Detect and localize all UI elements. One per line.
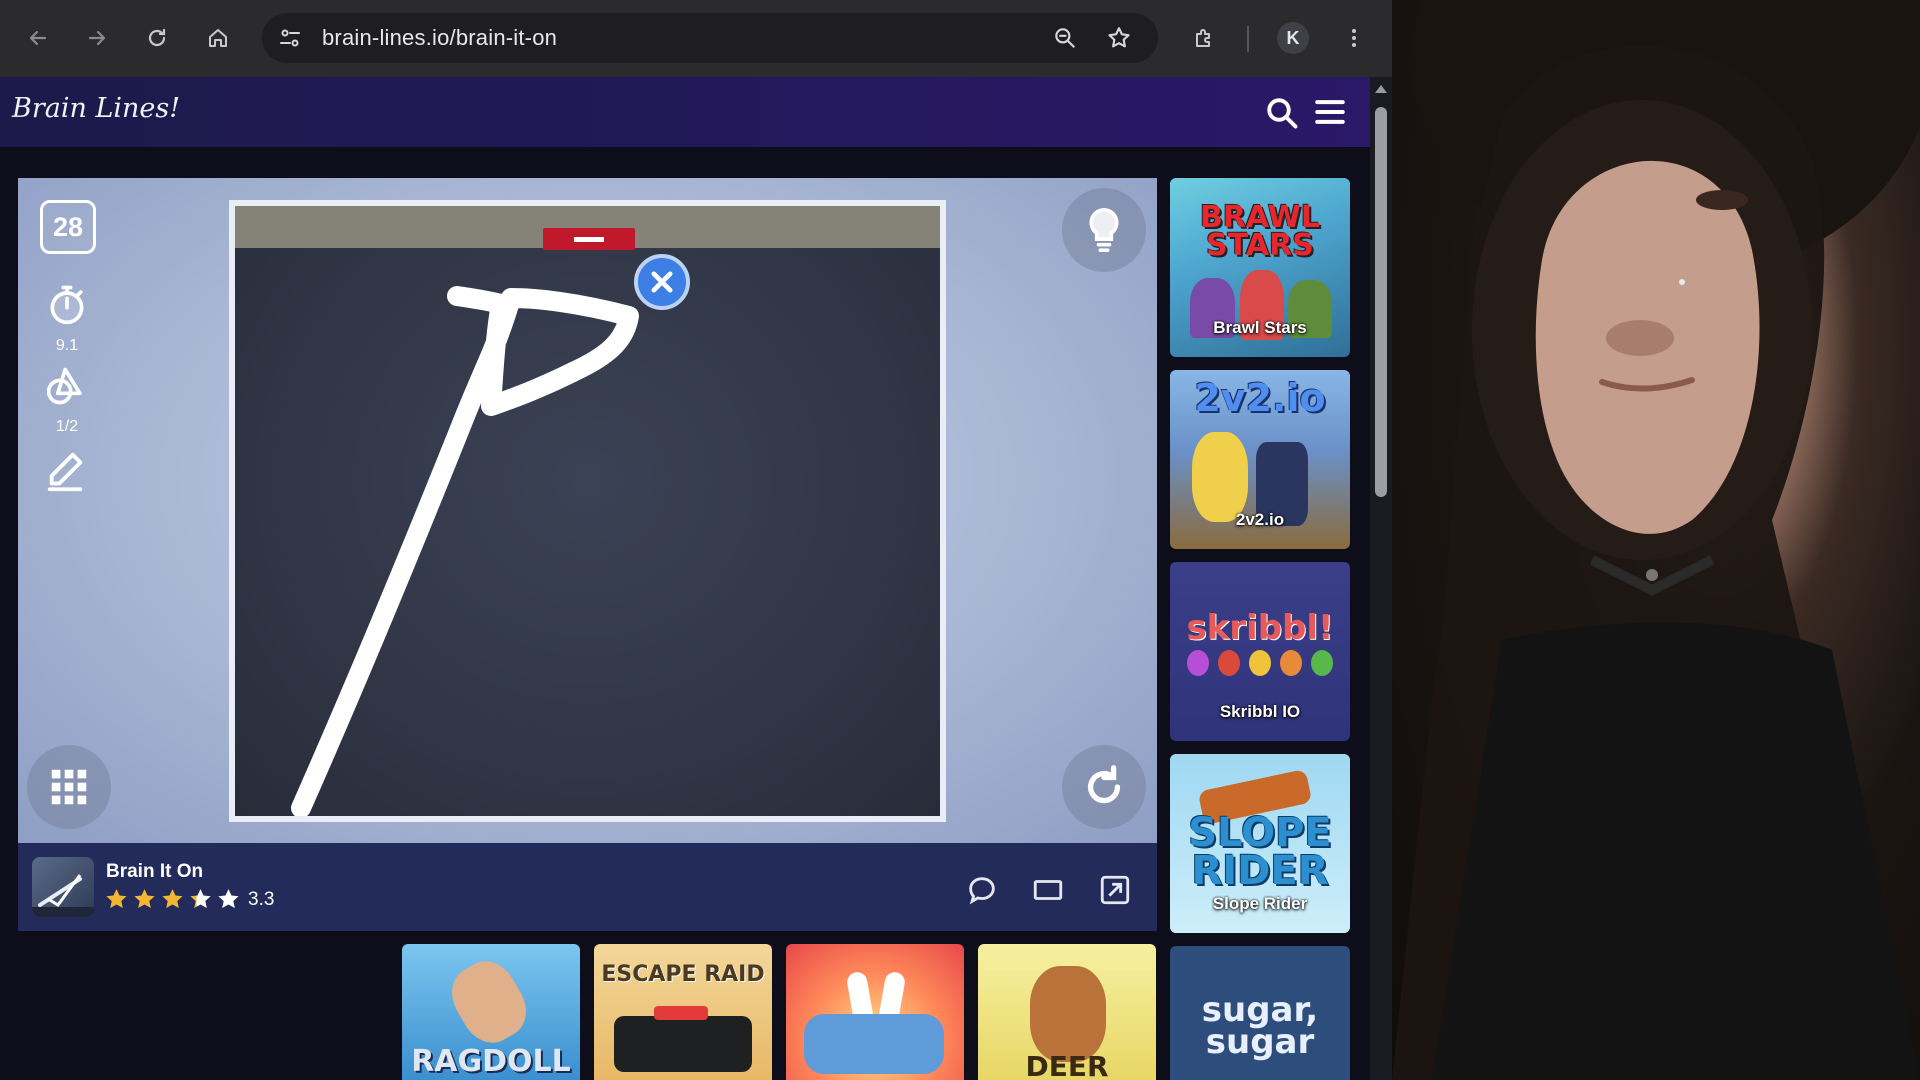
ragdoll-art (441, 951, 537, 1053)
arrow-left-icon (29, 30, 47, 46)
timer-value: 9.1 (55, 337, 79, 354)
game-tile-brawl-stars[interactable]: BRAWL STARS Brawl Stars (1170, 178, 1350, 357)
fullscreen-icon[interactable] (1098, 873, 1132, 907)
game-name: Skribbl IO (1219, 702, 1301, 721)
game-name: Brawl Stars (1213, 318, 1307, 337)
close-icon (651, 271, 673, 293)
game-info-bar: Brain It On 3.3 (18, 843, 1157, 931)
zoom-icon[interactable] (1052, 25, 1078, 51)
brawl-stars-logo: BRAWL STARS (1199, 200, 1321, 263)
profile-avatar[interactable]: K (1277, 22, 1309, 54)
comment-icon[interactable] (965, 873, 999, 907)
game-tile-2v2io[interactable]: 2v2.io 2v2.io (1170, 370, 1350, 549)
bookmark-star-icon[interactable] (1106, 25, 1132, 51)
star-icon[interactable] (132, 887, 157, 912)
deer-logo: DEER (1025, 1050, 1109, 1080)
drawn-line (291, 286, 639, 816)
game-tile-slope-rider[interactable]: SLOPE RIDER Slope Rider (1170, 754, 1350, 933)
sugar-sugar-logo: sugar, sugar (1201, 990, 1319, 1062)
site-settings-icon[interactable] (278, 26, 302, 50)
browser-toolbar: brain-lines.io/brain-it-on K (0, 0, 1392, 77)
home-button[interactable] (200, 20, 236, 56)
webcam-feed (1392, 0, 1920, 1080)
avatars-row (1182, 650, 1338, 678)
game-tile-skribbl[interactable]: skribbl! Skribbl IO (1170, 562, 1350, 741)
site-logo[interactable]: Brain Lines! (12, 93, 180, 124)
game-name: 2v2.io (1235, 510, 1285, 529)
screen: brain-lines.io/brain-it-on K Brain Lines… (0, 0, 1920, 1080)
forward-button[interactable] (79, 20, 115, 56)
escape-raid-logo: ESCAPE RAID (601, 962, 765, 987)
game-thumbnail (32, 857, 94, 917)
pencil-icon (47, 452, 83, 492)
star-icon[interactable] (160, 887, 185, 912)
hamburger-menu-icon[interactable] (1313, 95, 1347, 129)
grid-icon (51, 769, 87, 805)
reload-icon (148, 28, 166, 47)
2v2io-logo: 2v2.io (1194, 376, 1326, 420)
theater-mode-icon[interactable] (1031, 873, 1065, 907)
star-icon[interactable] (104, 887, 129, 912)
game-tile-deer[interactable]: DEER (978, 944, 1156, 1080)
scroll-up-icon[interactable] (1375, 85, 1387, 93)
game-thumbnail-art (32, 874, 94, 917)
police-car-art (614, 1016, 752, 1072)
url-text: brain-lines.io/brain-it-on (322, 25, 558, 50)
stopwatch-icon (50, 285, 84, 325)
reload-button[interactable] (139, 20, 175, 56)
arrow-right-icon (88, 30, 106, 46)
browser-menu-button[interactable] (1336, 20, 1372, 56)
rating-stars[interactable] (104, 887, 241, 912)
level-menu-button[interactable] (27, 745, 111, 829)
restart-button[interactable] (1062, 745, 1146, 829)
star-icon[interactable] (216, 887, 241, 912)
game-tile-sugar-sugar[interactable]: sugar, sugar (1170, 946, 1350, 1080)
lightbulb-icon (1089, 207, 1119, 252)
more-vert-icon (1352, 29, 1356, 47)
rating-value: 3.3 (248, 889, 275, 910)
erase-line-button[interactable] (634, 254, 690, 310)
restart-icon (1087, 765, 1121, 804)
game-title: Brain It On (106, 861, 204, 882)
shapes-value: 1/2 (55, 418, 79, 435)
site-header: Brain Lines! (0, 77, 1370, 147)
skribbl-logo: skribbl! (1186, 608, 1334, 648)
banana-art (1192, 432, 1248, 522)
slope-rider-logo: SLOPE RIDER (1188, 810, 1332, 894)
toolbar-divider (1247, 26, 1249, 52)
hint-button[interactable] (1062, 188, 1146, 272)
search-icon[interactable] (1264, 95, 1300, 131)
address-bar[interactable]: brain-lines.io/brain-it-on (262, 13, 1158, 63)
game-tile-ragdoll[interactable]: RAGDOLL (402, 944, 580, 1080)
browser-window: brain-lines.io/brain-it-on K Brain Lines… (0, 0, 1392, 1080)
page-scrollbar[interactable] (1370, 77, 1392, 1080)
puzzle-icon (1196, 29, 1210, 47)
blaster-art (804, 1014, 944, 1074)
level-number: 28 (40, 200, 96, 254)
game-tile-escape-raid[interactable]: ESCAPE RAID (594, 944, 772, 1080)
shapes-icon (46, 367, 82, 405)
scrollbar-thumb[interactable] (1375, 107, 1387, 497)
deer-art (1030, 966, 1106, 1062)
game-name: Slope Rider (1212, 894, 1308, 913)
game-canvas[interactable]: 28 9.1 1/2 (18, 178, 1157, 843)
star-icon[interactable] (188, 887, 213, 912)
game-tile-bunny[interactable] (786, 944, 964, 1080)
drawing-board[interactable] (229, 200, 946, 822)
siren-art (654, 1006, 708, 1020)
ragdoll-logo: RAGDOLL (411, 1044, 571, 1079)
home-icon (209, 29, 227, 47)
webcam-person (1392, 0, 1920, 1080)
back-button[interactable] (20, 20, 56, 56)
extensions-button[interactable] (1186, 20, 1222, 56)
